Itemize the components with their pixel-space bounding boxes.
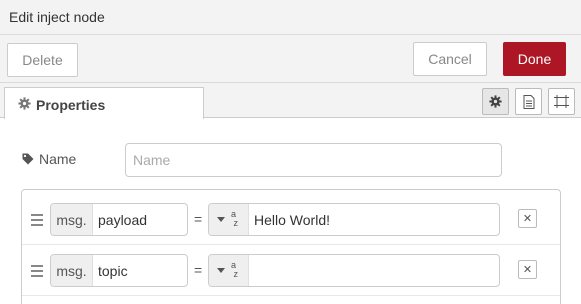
dialog-button-bar: Delete Cancel Done	[0, 35, 581, 83]
value-type-selector[interactable]: a z	[209, 255, 249, 286]
remove-row-button[interactable]: ✕	[518, 260, 537, 279]
cancel-button[interactable]: Cancel	[413, 42, 487, 76]
done-button[interactable]: Done	[503, 42, 566, 76]
name-label: Name	[22, 151, 76, 167]
string-type-icon: a z	[231, 260, 239, 279]
tag-icon	[22, 153, 34, 165]
list-item: msg. payload = a z Hello World! ✕	[22, 195, 560, 245]
property-list: msg. payload = a z Hello World! ✕ msg. t…	[21, 189, 561, 304]
property-field[interactable]: msg. topic	[50, 254, 188, 287]
value-field[interactable]: a z Hello World!	[208, 203, 500, 236]
frame-icon	[554, 95, 569, 108]
equals-sign: =	[194, 211, 203, 227]
name-label-text: Name	[39, 151, 77, 167]
close-icon: ✕	[522, 213, 533, 225]
value-field[interactable]: a z	[208, 254, 500, 287]
gear-icon	[18, 97, 31, 110]
property-name: payload	[98, 212, 148, 228]
document-icon	[523, 94, 534, 109]
appearance-view-button[interactable]	[548, 88, 575, 115]
close-icon: ✕	[522, 264, 533, 276]
equals-sign: =	[194, 262, 203, 278]
caret-down-icon	[217, 268, 225, 273]
delete-button[interactable]: Delete	[7, 43, 78, 77]
caret-down-icon	[217, 217, 225, 222]
property-name: topic	[98, 263, 128, 279]
dialog-titlebar: Edit inject node	[0, 0, 581, 35]
drag-handle-icon[interactable]	[31, 214, 43, 226]
name-input[interactable]	[125, 143, 502, 177]
remove-row-button[interactable]: ✕	[518, 209, 537, 228]
description-view-button[interactable]	[515, 88, 542, 115]
dialog-title: Edit inject node	[9, 9, 105, 25]
list-item: msg. topic = a z ✕	[22, 246, 560, 296]
value-type-selector[interactable]: a z	[209, 204, 249, 235]
tab-properties-label: Properties	[36, 97, 106, 113]
tab-properties[interactable]: Properties	[4, 87, 204, 119]
property-type-selector[interactable]: msg.	[51, 255, 93, 286]
properties-view-button[interactable]	[482, 88, 509, 115]
string-type-icon: a z	[231, 209, 239, 228]
property-type-selector[interactable]: msg.	[51, 204, 93, 235]
property-value: Hello World!	[254, 212, 330, 228]
gear-icon	[489, 95, 502, 108]
drag-handle-icon[interactable]	[31, 265, 43, 277]
property-field[interactable]: msg. payload	[50, 203, 188, 236]
